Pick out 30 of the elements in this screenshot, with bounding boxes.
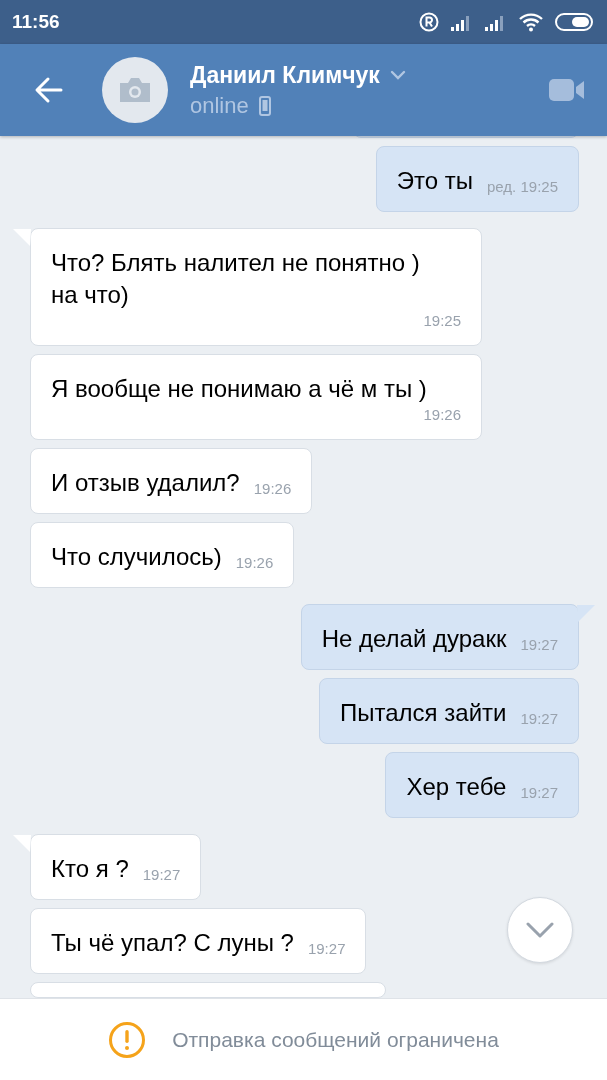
outgoing-message[interactable]: Не делай дуракк 19:27 (300, 604, 579, 670)
scroll-down-button[interactable] (507, 897, 573, 963)
contact-name[interactable]: Даниил Климчук (190, 61, 380, 89)
wifi-icon (519, 12, 543, 32)
warning-icon (108, 1020, 147, 1059)
bubble-tail (577, 604, 596, 622)
online-status: online (190, 92, 249, 119)
bubble-tail (12, 834, 31, 852)
incoming-message[interactable]: Что случилось) 19:26 (30, 522, 295, 588)
outgoing-message[interactable]: Это ты ред. 19:25 (375, 146, 579, 212)
back-arrow-icon (34, 75, 64, 105)
restriction-notice: Отправка сообщений ограничена (172, 1027, 499, 1052)
incoming-message[interactable]: Кто я ? 19:27 (30, 834, 202, 900)
incoming-message[interactable]: Что? Блять налител не понятно ) на что) 19:25 (30, 228, 482, 346)
phone-icon (258, 95, 271, 116)
outgoing-message[interactable]: Хер тебе 19:27 (385, 752, 579, 818)
incoming-message[interactable]: Ты чё упал? С луны ? 19:27 (30, 908, 367, 974)
incoming-message[interactable]: Я вообще не понимаю а чё м ты ) 19:26 (30, 354, 482, 440)
video-call-button[interactable] (549, 78, 585, 102)
outgoing-message[interactable]: Пытался зайти 19:27 (319, 678, 579, 744)
registered-icon (419, 12, 439, 32)
chevron-down-icon[interactable] (389, 70, 406, 80)
camera-icon (118, 77, 152, 103)
incoming-message[interactable]: И отзыв удалил? 19:26 (30, 448, 313, 514)
video-camera-icon (549, 78, 585, 102)
chevron-down-icon (526, 922, 554, 938)
back-button[interactable] (34, 75, 64, 105)
bubble-tail (12, 228, 31, 246)
clock-time: 11:56 (12, 11, 61, 33)
battery-icon (555, 12, 593, 32)
